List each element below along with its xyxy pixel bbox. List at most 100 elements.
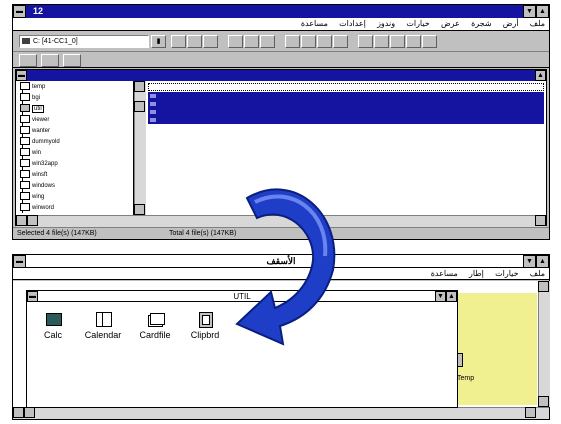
- file-row-selected[interactable]: [148, 92, 544, 100]
- folder-icon: [20, 82, 30, 91]
- folder-icon: [20, 170, 30, 179]
- menu-item[interactable]: وندوز: [377, 19, 395, 28]
- toolbar: C: [41-CC1_0] ▮: [13, 32, 549, 52]
- tree-scrollbar[interactable]: [134, 81, 146, 215]
- folder-icon: [20, 126, 30, 135]
- drive-a-icon[interactable]: [19, 54, 37, 67]
- help-icon[interactable]: [422, 35, 437, 48]
- drive-b-icon[interactable]: [41, 54, 59, 67]
- vertical-scrollbar[interactable]: [538, 281, 550, 407]
- menu-bar: ملف أرض شجرة عرض خيارات وندوز إعدادات مس…: [13, 18, 549, 31]
- calculator-icon: [43, 312, 63, 327]
- file-icon: [150, 110, 156, 114]
- menu-item[interactable]: ملف: [530, 19, 545, 28]
- rename-icon[interactable]: [333, 35, 348, 48]
- tree-item[interactable]: wing: [20, 192, 44, 203]
- copy-icon[interactable]: [285, 35, 300, 48]
- folder-icon: [20, 181, 30, 190]
- run-icon[interactable]: [390, 35, 405, 48]
- properties-icon[interactable]: [358, 35, 373, 48]
- scroll-right-button[interactable]: [535, 215, 546, 226]
- maximize-button[interactable]: ▲: [535, 70, 546, 81]
- horizontal-scrollbar[interactable]: [13, 407, 549, 419]
- folder-icon: [20, 148, 30, 157]
- menu-item[interactable]: إعدادات: [339, 19, 366, 28]
- print-icon[interactable]: [406, 35, 421, 48]
- scroll-up-button[interactable]: [538, 281, 549, 292]
- scroll-left-button[interactable]: [13, 407, 24, 418]
- file-row-selected[interactable]: [148, 116, 544, 124]
- program-item-calc[interactable]: Calc: [28, 312, 78, 340]
- tree-item[interactable]: winword: [20, 203, 54, 214]
- tree-item[interactable]: dummyold: [20, 137, 60, 148]
- search-icon[interactable]: [374, 35, 389, 48]
- minimize-button[interactable]: ▼: [523, 255, 536, 268]
- menu-item[interactable]: مساعدة: [301, 19, 328, 28]
- tree-item[interactable]: temp: [20, 82, 45, 93]
- scroll-right-button[interactable]: [525, 407, 536, 418]
- open-folder-icon: [20, 104, 30, 113]
- file-row-selected[interactable]: [148, 100, 544, 108]
- maximize-button[interactable]: ▲: [536, 255, 549, 268]
- menu-item[interactable]: خيارات: [495, 269, 518, 278]
- menu-item[interactable]: عرض: [441, 19, 460, 28]
- arrow-body: [235, 188, 336, 346]
- control-menu-button[interactable]: ▬: [13, 5, 26, 18]
- view-tree-icon[interactable]: [171, 35, 186, 48]
- program-item-cardfile[interactable]: Cardfile: [130, 312, 180, 340]
- status-selected: Selected 4 file(s) (147KB): [17, 230, 97, 237]
- dropdown-arrow-icon[interactable]: ▮: [151, 35, 166, 48]
- menu-item[interactable]: أرض: [503, 19, 519, 28]
- tree-item[interactable]: bgi: [20, 93, 40, 104]
- folder-icon: [20, 115, 30, 124]
- menu-item[interactable]: شجرة: [471, 19, 491, 28]
- title-bar[interactable]: ▬ ‏12 ▼ ▲: [13, 5, 549, 18]
- drive-c-icon[interactable]: [63, 54, 81, 67]
- scroll-thumb[interactable]: [27, 215, 38, 226]
- program-label: Calendar: [84, 330, 122, 340]
- file-row-selected[interactable]: [148, 108, 544, 116]
- scroll-thumb[interactable]: [134, 101, 145, 112]
- calendar-icon: [93, 312, 113, 327]
- minimize-button[interactable]: ▼: [435, 291, 446, 302]
- parent-dir-row[interactable]: [148, 83, 544, 91]
- delete-icon[interactable]: [317, 35, 332, 48]
- file-icon: [150, 118, 156, 122]
- minimize-button[interactable]: ▼: [523, 5, 536, 18]
- tree-item[interactable]: windows: [20, 181, 55, 192]
- menu-item[interactable]: خيارات: [406, 19, 429, 28]
- drive-selector[interactable]: C: [41-CC1_0]: [19, 35, 149, 48]
- scroll-thumb[interactable]: [24, 407, 35, 418]
- move-icon[interactable]: [301, 35, 316, 48]
- tree-item-selected[interactable]: util: [20, 104, 44, 115]
- control-menu-button[interactable]: ▬: [16, 70, 27, 81]
- menu-item[interactable]: ملف: [530, 269, 545, 278]
- folder-icon: [20, 192, 30, 201]
- maximize-button[interactable]: ▲: [446, 291, 457, 302]
- tree-item[interactable]: win: [20, 148, 41, 159]
- scroll-left-button[interactable]: [16, 215, 27, 226]
- folder-icon: [20, 203, 30, 212]
- maximize-button[interactable]: ▲: [536, 5, 549, 18]
- menu-item[interactable]: إطار: [469, 269, 484, 278]
- program-label: Cardfile: [139, 330, 171, 340]
- scroll-down-button[interactable]: [538, 396, 549, 407]
- tree-item[interactable]: viewer: [20, 115, 49, 126]
- program-item-clipbrd[interactable]: Clipbrd: [180, 312, 230, 340]
- scroll-down-button[interactable]: [134, 204, 145, 215]
- program-label: Clipbrd: [190, 330, 220, 340]
- tree-item[interactable]: winsft: [20, 170, 47, 181]
- window-title: ‏12: [33, 6, 44, 16]
- sort-icon[interactable]: [228, 35, 243, 48]
- directory-title-bar[interactable]: ▬ ▲: [16, 70, 546, 81]
- menu-item[interactable]: مساعدة: [431, 269, 458, 278]
- tree-item[interactable]: wanter: [20, 126, 50, 137]
- view-list-icon[interactable]: [187, 35, 202, 48]
- program-item-calendar[interactable]: Calendar: [78, 312, 128, 340]
- tree-item[interactable]: win32app: [20, 159, 58, 170]
- scroll-up-button[interactable]: [134, 81, 145, 92]
- disk-icon[interactable]: [260, 35, 275, 48]
- file-icon: [150, 94, 156, 98]
- view-details-icon[interactable]: [203, 35, 218, 48]
- network-icon[interactable]: [244, 35, 259, 48]
